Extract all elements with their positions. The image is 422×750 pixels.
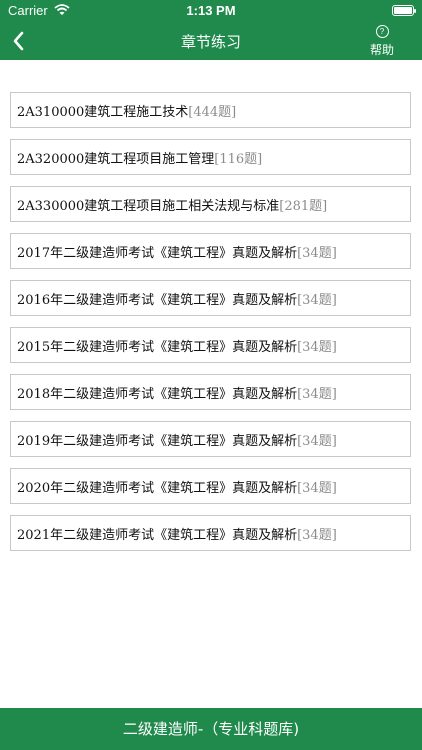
chapter-count: [34题] xyxy=(297,433,337,449)
chapter-count: [34题] xyxy=(297,480,337,496)
chapter-title: 2020年二级建造师考试《建筑工程》真题及解析 xyxy=(17,480,298,496)
page-title: 章节练习 xyxy=(180,33,241,51)
chapter-title: 2A330000建筑工程项目施工相关法规与标准 xyxy=(17,198,280,214)
chapter-title: 2019年二级建造师考试《建筑工程》真题及解析 xyxy=(17,433,298,449)
list-item[interactable]: 2015年二级建造师考试《建筑工程》真题及解析 [34题] xyxy=(10,327,411,363)
chapter-title: 2015年二级建造师考试《建筑工程》真题及解析 xyxy=(17,339,298,355)
chapter-count: [444题] xyxy=(188,104,237,120)
list-item[interactable]: 2A330000建筑工程项目施工相关法规与标准 [281题] xyxy=(10,186,411,222)
list-item[interactable]: 2017年二级建造师考试《建筑工程》真题及解析 [34题] xyxy=(10,233,411,269)
chapter-count: [34题] xyxy=(297,292,337,308)
footer-bar: 二级建造师-（专业科题库) xyxy=(0,708,422,750)
list-item[interactable]: 2A320000建筑工程项目施工管理 [116题] xyxy=(10,139,411,175)
list-item[interactable]: 2019年二级建造师考试《建筑工程》真题及解析 [34题] xyxy=(10,421,411,457)
chapter-title: 2018年二级建造师考试《建筑工程》真题及解析 xyxy=(17,386,298,402)
chapter-count: [34题] xyxy=(297,386,337,402)
list-item[interactable]: 2021年二级建造师考试《建筑工程》真题及解析 [34题] xyxy=(10,515,411,551)
list-item[interactable]: 2018年二级建造师考试《建筑工程》真题及解析 [34题] xyxy=(10,374,411,410)
chapter-title: 2A320000建筑工程项目施工管理 xyxy=(17,151,215,167)
status-bar: Carrier 1:13 PM xyxy=(0,0,422,22)
chapter-title: 2016年二级建造师考试《建筑工程》真题及解析 xyxy=(17,292,298,308)
chapter-list: 2A310000建筑工程施工技术 [444题] 2A320000建筑工程项目施工管… xyxy=(10,92,411,562)
help-button[interactable]: ? 帮助 xyxy=(364,25,400,58)
list-item[interactable]: 2020年二级建造师考试《建筑工程》真题及解析 [34题] xyxy=(10,468,411,504)
chapter-count: [281题] xyxy=(279,198,328,214)
chapter-title: 2021年二级建造师考试《建筑工程》真题及解析 xyxy=(17,527,298,543)
list-item[interactable]: 2016年二级建造师考试《建筑工程》真题及解析 [34题] xyxy=(10,280,411,316)
chapter-count: [34题] xyxy=(297,527,337,543)
help-label: 帮助 xyxy=(369,43,394,57)
chapter-count: [116题] xyxy=(214,151,263,167)
nav-bar: 章节练习 ? 帮助 xyxy=(0,22,422,60)
footer-label: 二级建造师-（专业科题库) xyxy=(122,720,300,738)
status-time: 1:13 PM xyxy=(186,3,236,18)
chapter-title: 2A310000建筑工程施工技术 xyxy=(17,104,189,120)
chapter-count: [34题] xyxy=(297,339,337,355)
help-icon: ? xyxy=(375,25,389,38)
chapter-title: 2017年二级建造师考试《建筑工程》真题及解析 xyxy=(17,245,298,261)
chapter-count: [34题] xyxy=(297,245,337,261)
battery-icon xyxy=(392,5,416,16)
list-item[interactable]: 2A310000建筑工程施工技术 [444题] xyxy=(10,92,411,128)
